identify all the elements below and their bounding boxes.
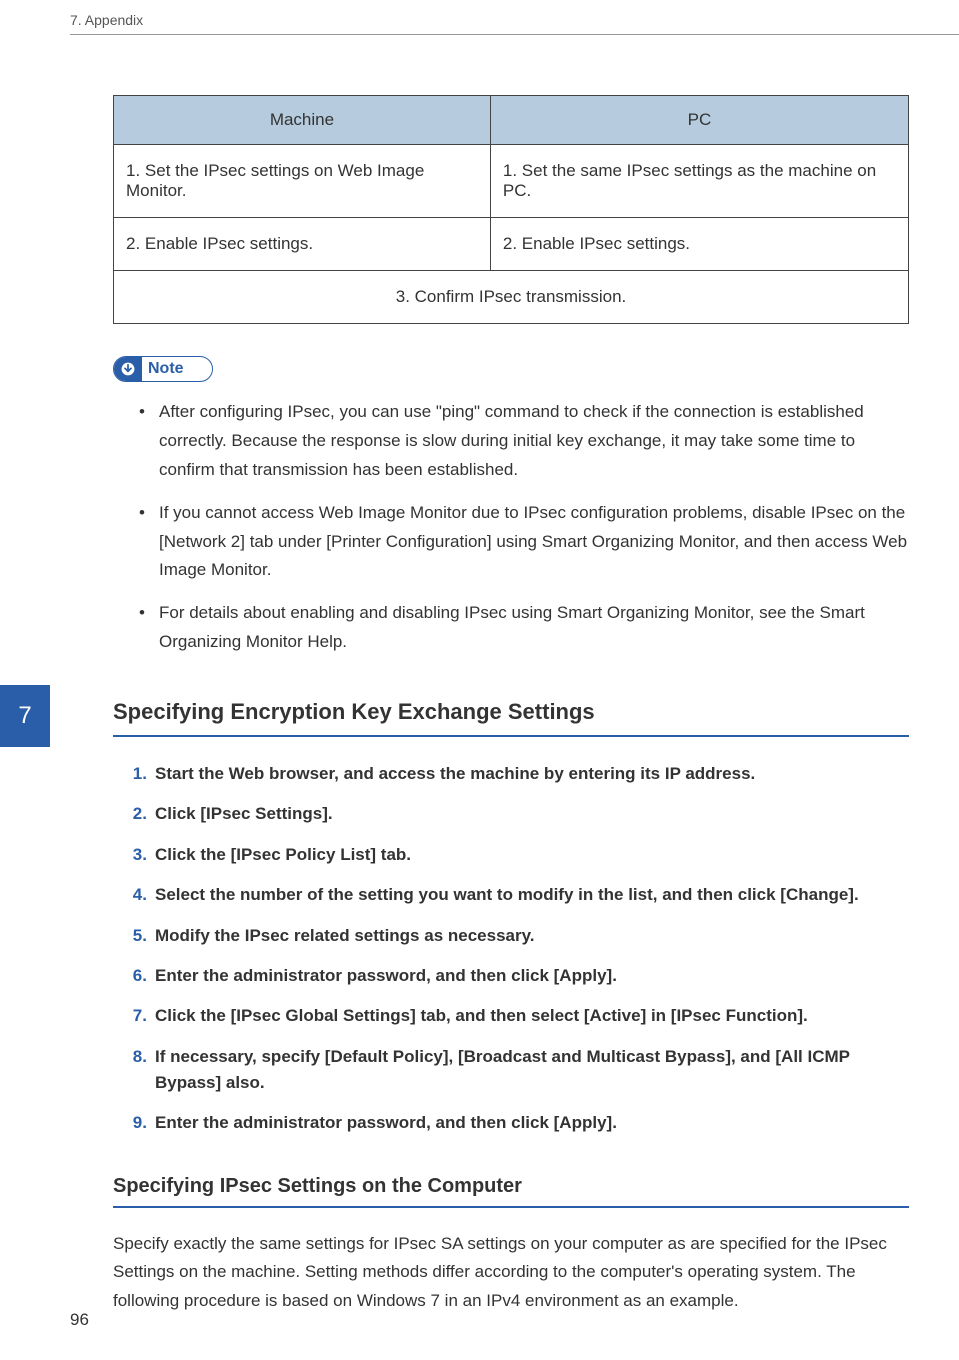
list-item: Enter the administrator password, and th… — [145, 963, 909, 989]
table-cell: 2. Enable IPsec settings. — [114, 218, 491, 271]
subsection-heading: Specifying IPsec Settings on the Compute… — [113, 1175, 909, 1208]
page-number: 96 — [70, 1310, 89, 1330]
note-badge: Note — [113, 356, 213, 382]
table-row: 3. Confirm IPsec transmission. — [114, 271, 909, 324]
list-item: Click [IPsec Settings]. — [145, 801, 909, 827]
list-item: Click the [IPsec Global Settings] tab, a… — [145, 1003, 909, 1029]
table-cell: 1. Set the same IPsec settings as the ma… — [490, 145, 908, 218]
table-header-pc: PC — [490, 96, 908, 145]
note-list: After configuring IPsec, you can use "pi… — [113, 398, 909, 657]
list-item: For details about enabling and disabling… — [159, 599, 909, 657]
list-item: Enter the administrator password, and th… — [145, 1110, 909, 1136]
body-paragraph: Specify exactly the same settings for IP… — [113, 1230, 909, 1317]
list-item: Start the Web browser, and access the ma… — [145, 761, 909, 787]
table-row: 2. Enable IPsec settings. 2. Enable IPse… — [114, 218, 909, 271]
list-item: If you cannot access Web Image Monitor d… — [159, 499, 909, 586]
list-item: Select the number of the setting you wan… — [145, 882, 909, 908]
table-header-machine: Machine — [114, 96, 491, 145]
table-cell: 2. Enable IPsec settings. — [490, 218, 908, 271]
down-arrow-icon — [114, 357, 142, 381]
table-cell: 1. Set the IPsec settings on Web Image M… — [114, 145, 491, 218]
note-label: Note — [142, 360, 184, 378]
list-item: After configuring IPsec, you can use "pi… — [159, 398, 909, 485]
steps-list: Start the Web browser, and access the ma… — [113, 761, 909, 1136]
section-heading: Specifying Encryption Key Exchange Setti… — [113, 699, 909, 737]
note-callout: Note After configuring IPsec, you can us… — [113, 356, 909, 657]
list-item: If necessary, specify [Default Policy], … — [145, 1044, 909, 1097]
breadcrumb: 7. Appendix — [70, 12, 143, 28]
chapter-tab: 7 — [0, 685, 50, 747]
ipsec-config-table: Machine PC 1. Set the IPsec settings on … — [113, 95, 909, 324]
table-row: 1. Set the IPsec settings on Web Image M… — [114, 145, 909, 218]
list-item: Click the [IPsec Policy List] tab. — [145, 842, 909, 868]
table-cell-merged: 3. Confirm IPsec transmission. — [114, 271, 909, 324]
list-item: Modify the IPsec related settings as nec… — [145, 923, 909, 949]
